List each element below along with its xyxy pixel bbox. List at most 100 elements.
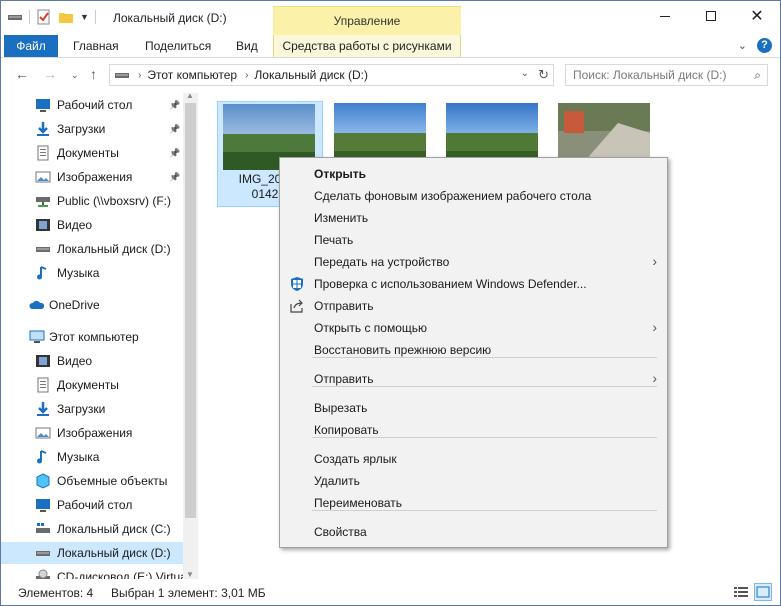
breadcrumb-separator-icon[interactable]: › <box>138 70 141 81</box>
download-icon <box>37 402 49 416</box>
nav-item-label: Этот компьютер <box>49 330 139 344</box>
nav-item-label: Public (\\vboxsrv) (F:) <box>57 194 172 208</box>
help-button[interactable]: ? <box>757 38 772 53</box>
sidebar-item-onedrive[interactable]: OneDrive <box>1 294 184 316</box>
pictures-icon <box>35 171 51 183</box>
context-menu-item[interactable]: Удалить <box>280 470 667 492</box>
new-folder-icon[interactable] <box>58 9 74 25</box>
sidebar-item-pc-0[interactable]: Видео <box>1 350 184 372</box>
tab-file[interactable]: Файл <box>4 35 58 57</box>
qat-dropdown-icon[interactable]: ▼ <box>80 12 89 22</box>
sidebar-item-pc-2[interactable]: Загрузки <box>1 398 184 420</box>
breadcrumb-separator-icon[interactable]: › <box>245 70 248 81</box>
context-menu-item[interactable]: Передать на устройство › <box>280 251 667 273</box>
sidebar-item-quick-5[interactable]: Видео <box>1 214 184 236</box>
context-menu-item[interactable]: Копировать <box>280 419 667 441</box>
scroll-up-icon[interactable]: ▲ <box>186 91 194 100</box>
context-menu-item[interactable]: Вырезать <box>280 397 667 419</box>
forward-arrow-icon[interactable]: → <box>43 66 57 82</box>
music-icon <box>37 450 47 464</box>
tab-home[interactable]: Главная <box>73 35 119 57</box>
chevron-right-icon: › <box>652 253 657 269</box>
tab-share[interactable]: Поделиться <box>145 35 211 57</box>
sidebar-item-pc-1[interactable]: Документы <box>1 374 184 396</box>
close-button[interactable]: ✕ <box>734 1 780 31</box>
address-bar[interactable]: › Этот компьютер › Локальный диск (D:) ⌄… <box>109 64 554 86</box>
sidebar-item-pc-3[interactable]: Изображения <box>1 422 184 444</box>
sidebar-item-pc-5[interactable]: Объемные объекты <box>1 470 184 492</box>
expand-ribbon-icon[interactable]: ⌄ <box>738 39 747 52</box>
nav-item-label: Музыка <box>57 266 100 280</box>
sidebar-item-pc-9[interactable]: CD-дисковод (E:) Virtua <box>1 566 187 579</box>
navigation-pane: Рабочий стол 📌 Загрузки 📌 Документы 📌 Изображе… <box>1 91 199 579</box>
sidebar-item-quick-1[interactable]: Загрузки 📌 <box>1 118 184 140</box>
title-bar: ▼ Локальный диск (D:) Управление ✕ <box>1 1 780 35</box>
nav-scrollbar-thumb[interactable] <box>185 103 196 518</box>
download-icon <box>37 122 49 136</box>
context-menu-item[interactable]: Свойства <box>280 521 667 543</box>
drive-icon <box>115 73 129 78</box>
details-view-button[interactable] <box>732 583 750 601</box>
sidebar-item-pc-6[interactable]: Рабочий стол <box>1 494 184 516</box>
context-menu-item[interactable]: Проверка с использованием Windows Defend… <box>280 273 667 295</box>
context-menu-item[interactable]: Переименовать <box>280 492 667 514</box>
items-count: Элементов: 4 <box>18 586 94 600</box>
close-icon: ✕ <box>750 8 764 25</box>
sidebar-item-quick-4[interactable]: Public (\\vboxsrv) (F:) <box>1 190 184 212</box>
context-tab-header: Управление <box>273 6 461 35</box>
view-switcher <box>732 583 772 601</box>
recent-locations-icon[interactable]: ⌄ <box>71 70 79 81</box>
search-input[interactable]: Поиск: Локальный диск (D:) ⌕ <box>565 64 768 86</box>
menu-item-label: Открыть <box>314 167 367 181</box>
scroll-down-icon[interactable]: ▼ <box>186 570 194 579</box>
sidebar-item-quick-2[interactable]: Документы 📌 <box>1 142 184 164</box>
context-menu-item[interactable]: Печать <box>280 229 667 251</box>
context-menu-item[interactable]: Отправить › <box>280 368 667 390</box>
search-icon: ⌕ <box>754 68 761 82</box>
nav-item-label: Загрузки <box>57 402 106 416</box>
context-menu-item[interactable]: Открыть <box>280 163 667 185</box>
up-arrow-icon[interactable]: ↑ <box>90 66 97 82</box>
context-menu-item[interactable]: Отправить <box>280 295 667 317</box>
minimize-button[interactable] <box>642 1 688 31</box>
nav-item-label: Документы <box>57 146 119 160</box>
sidebar-item-this-pc[interactable]: Этот компьютер <box>1 326 184 348</box>
sidebar-item-pc-7[interactable]: Локальный диск (C:) <box>1 518 184 540</box>
selection-info: Выбран 1 элемент: 3,01 МБ <box>111 586 266 600</box>
tab-view[interactable]: Вид <box>236 35 258 57</box>
breadcrumb-this-pc[interactable]: Этот компьютер <box>147 68 237 82</box>
nav-item-label: Видео <box>57 354 93 368</box>
qat-divider <box>94 10 96 24</box>
sidebar-item-pc-4[interactable]: Музыка <box>1 446 184 468</box>
sidebar-item-quick-0[interactable]: Рабочий стол 📌 <box>1 94 184 116</box>
sidebar-item-pc-8[interactable]: Локальный диск (D:) <box>1 542 184 564</box>
context-menu-item[interactable]: Сделать фоновым изображением рабочего ст… <box>280 185 667 207</box>
large-icons-view-button[interactable] <box>754 583 772 601</box>
context-menu-item[interactable]: Создать ярлык <box>280 448 667 470</box>
sidebar-item-quick-7[interactable]: Музыка <box>1 262 184 284</box>
large-icons-view-icon <box>756 586 770 598</box>
context-menu-item[interactable]: Восстановить прежнюю версию <box>280 339 667 361</box>
drive-icon[interactable] <box>7 9 23 25</box>
context-menu-item[interactable]: Открыть с помощью › <box>280 317 667 339</box>
nav-scrollbar[interactable]: ▲ ▼ <box>183 91 198 579</box>
desktop-icon <box>36 499 50 512</box>
breadcrumb-drive-d[interactable]: Локальный диск (D:) <box>254 68 368 82</box>
menu-item-label: Создать ярлык <box>314 452 397 466</box>
windows-defender-icon <box>291 277 303 291</box>
properties-icon[interactable] <box>36 9 52 25</box>
address-dropdown-icon[interactable]: ⌄ <box>521 68 529 79</box>
sidebar-item-quick-3[interactable]: Изображения 📌 <box>1 166 184 188</box>
nav-item-label: Музыка <box>57 450 100 464</box>
menu-item-label: Восстановить прежнюю версию <box>314 343 492 357</box>
menu-item-label: Вырезать <box>314 401 368 415</box>
computer-icon <box>29 330 45 343</box>
window-title: Локальный диск (D:) <box>113 11 227 25</box>
back-arrow-icon[interactable]: ← <box>15 66 29 82</box>
tab-picture-tools[interactable]: Средства работы с рисунками <box>273 35 461 57</box>
sidebar-item-quick-6[interactable]: Локальный диск (D:) <box>1 238 184 260</box>
context-menu-item[interactable]: Изменить <box>280 207 667 229</box>
3d-objects-icon <box>36 473 50 489</box>
refresh-icon[interactable]: ↻ <box>538 67 549 83</box>
maximize-button[interactable] <box>688 1 734 31</box>
